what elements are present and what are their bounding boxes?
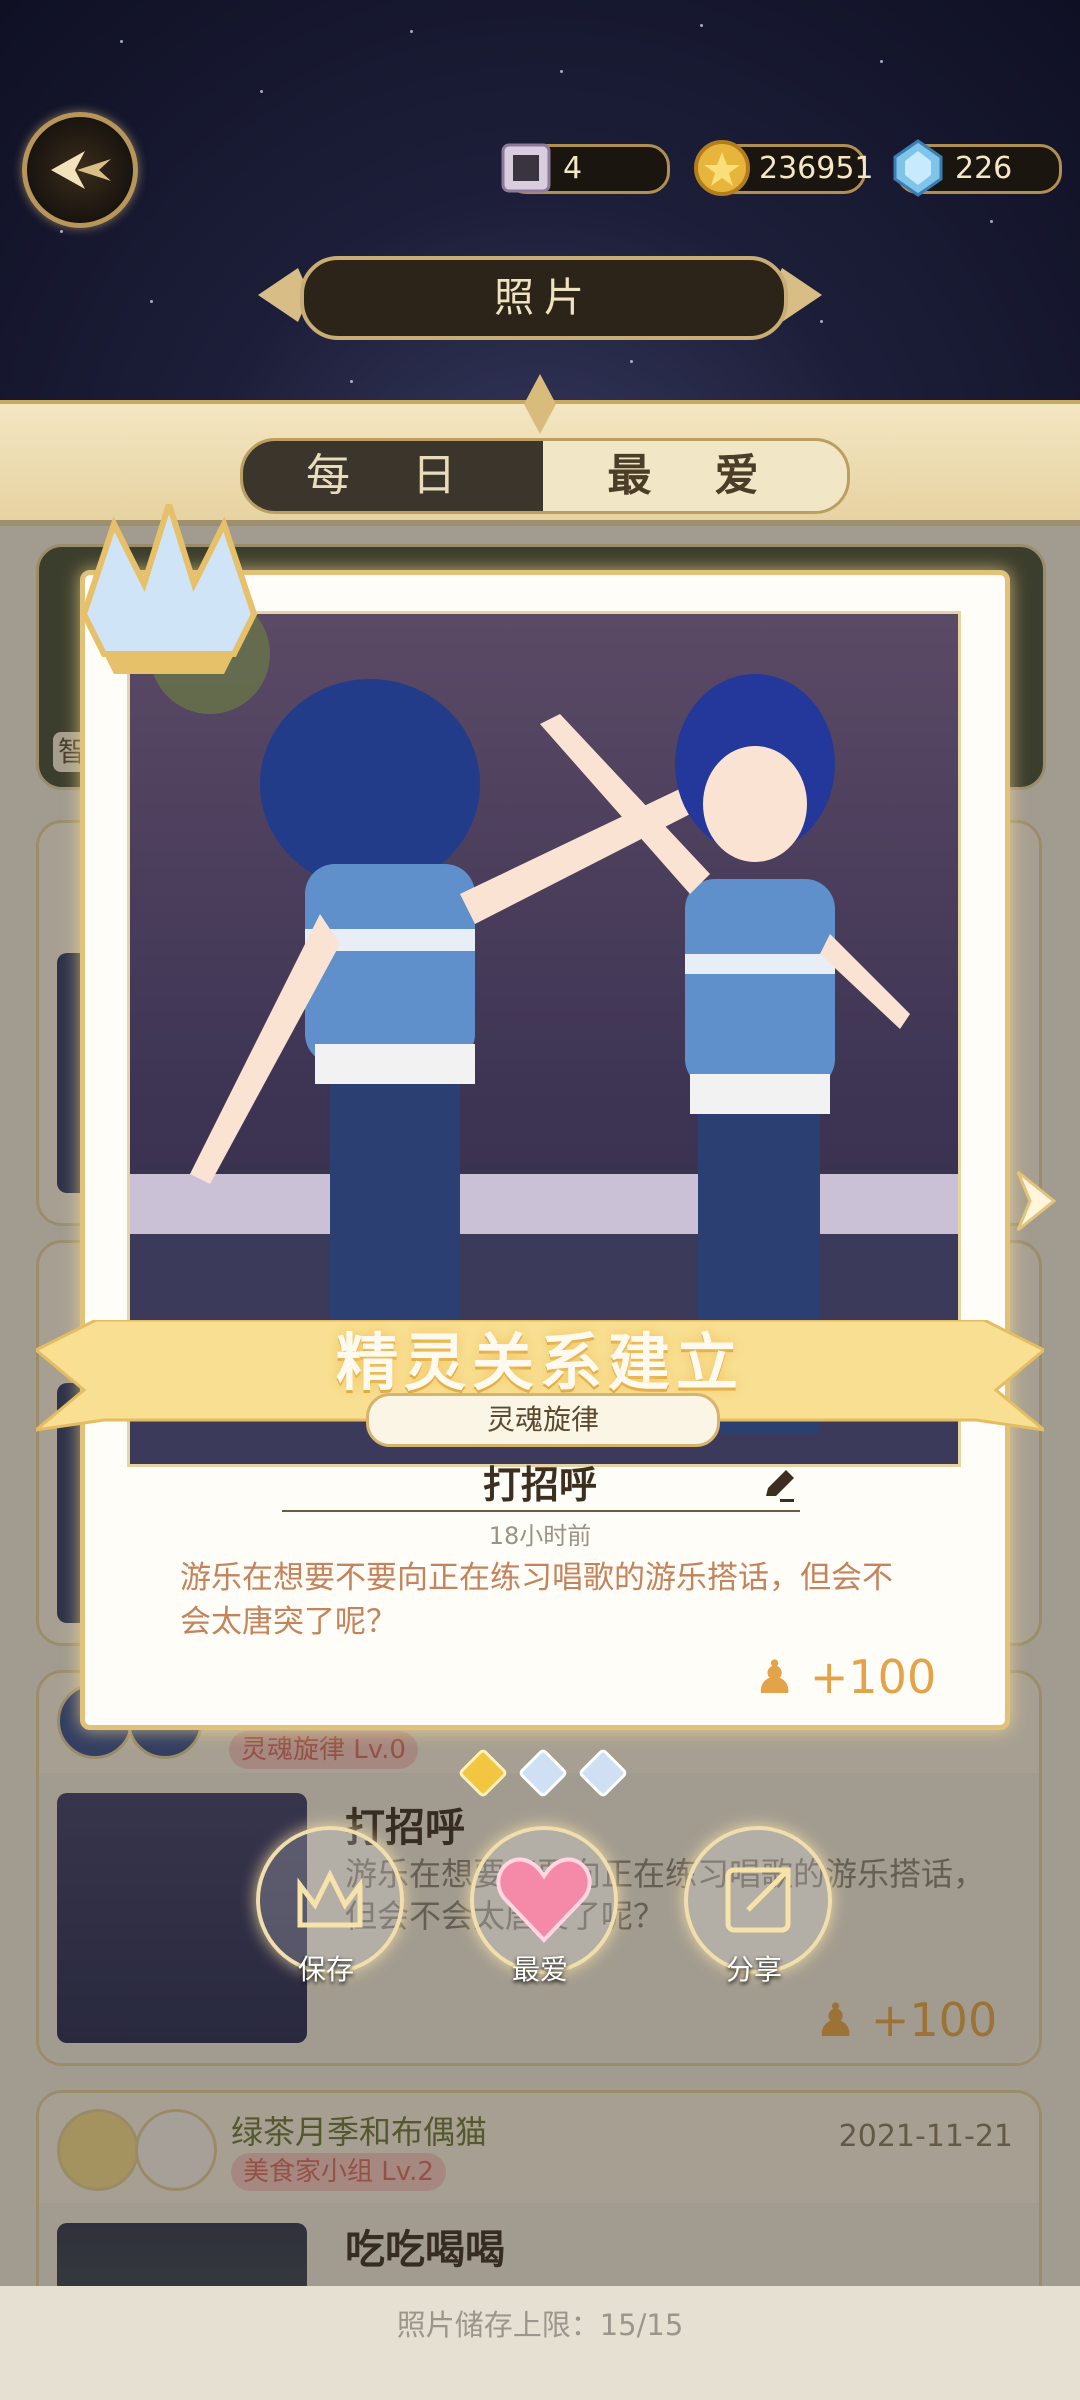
crystal-crown-icon [80, 504, 258, 674]
chevron-right-icon [1016, 1170, 1057, 1232]
photo-film-counter: 4 [501, 143, 670, 194]
next-photo-button[interactable] [1010, 1166, 1060, 1236]
tab-favorites[interactable]: 最 爱 [543, 441, 847, 511]
photo-reward-value: +100 [809, 1650, 937, 1704]
photo-name: 打招呼 [482, 1463, 597, 1507]
tab-bar: 每 日 最 爱 [240, 438, 850, 514]
fairy-icon: ♟ [754, 1650, 796, 1704]
photo-reward: ♟ +100 [754, 1650, 936, 1704]
ribbon-subtitle-text: 灵魂旋律 [486, 1403, 599, 1436]
photo-film-value: 4 [563, 151, 583, 186]
name-underline [282, 1510, 800, 1512]
photo-film-icon [501, 143, 551, 193]
storage-limit-text: 照片储存上限：15/15 [396, 2308, 684, 2342]
save-label: 保存 [297, 1953, 354, 1986]
edit-name-button[interactable] [760, 1466, 798, 1508]
share-label: 分享 [725, 1953, 782, 1986]
back-arrow-icon [51, 151, 111, 189]
favorite-label: 最爱 [511, 1953, 568, 1986]
diamond-value: 226 [955, 151, 1013, 186]
diamond-counter: 226 [893, 139, 1062, 197]
ornament-diamond-icon [524, 374, 556, 434]
photo-time: 18小时前 [488, 1522, 592, 1550]
photo-description: 游乐在想要不要向正在练习唱歌的游乐搭话，但会不会太唐突了呢？ [180, 1560, 893, 1640]
gold-coin-value: 236951 [759, 151, 874, 186]
gold-coin-icon [694, 140, 750, 196]
page-title: 照片 [300, 256, 788, 340]
tab-daily[interactable]: 每 日 [243, 441, 543, 511]
back-button[interactable] [22, 112, 138, 228]
diamond-icon [893, 139, 943, 197]
page-title-text: 照片 [494, 275, 594, 321]
ribbon-title: 精灵关系建立 [335, 1326, 744, 1399]
gold-coin-counter: 236951 [694, 140, 874, 196]
pencil-icon [766, 1470, 794, 1502]
ribbon-subtitle: 灵魂旋律 [366, 1393, 720, 1447]
